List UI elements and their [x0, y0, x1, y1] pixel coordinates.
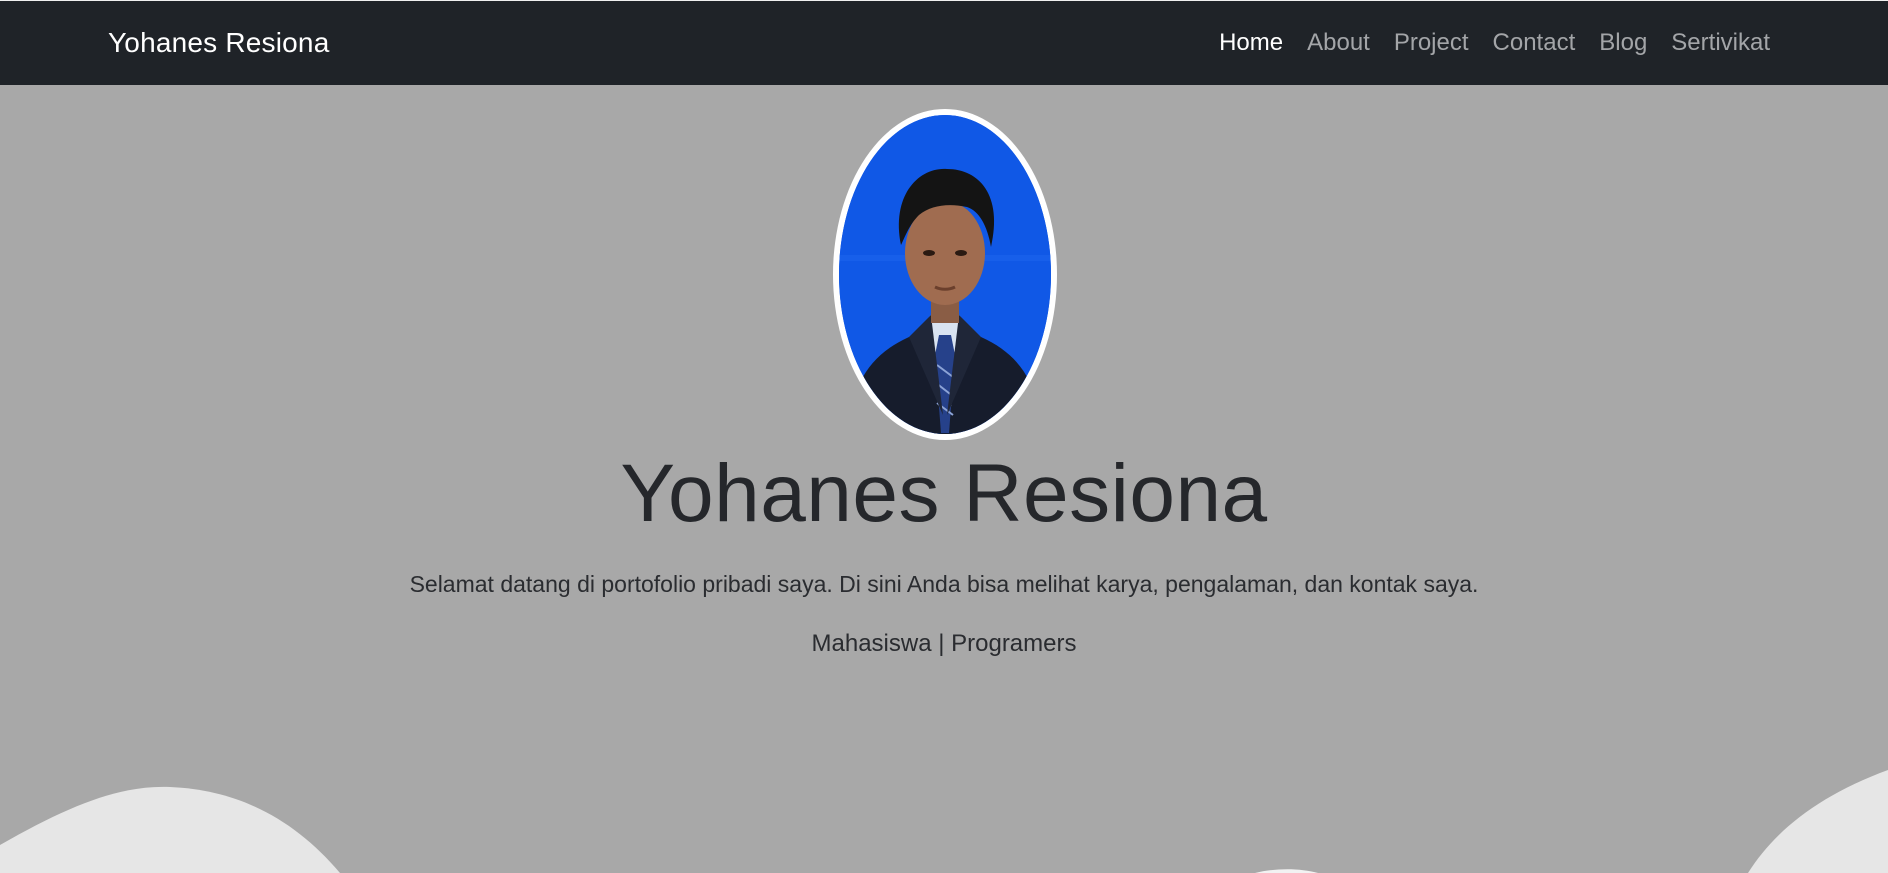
nav-item-project: Project [1394, 29, 1469, 57]
hero-role: Mahasiswa | Programers [811, 630, 1077, 657]
nav-item-about: About [1307, 29, 1370, 57]
hero-description: Selamat datang di portofolio pribadi say… [409, 571, 1479, 597]
nav-link-blog[interactable]: Blog [1599, 29, 1647, 56]
hero-title: Yohanes Resiona [620, 448, 1268, 539]
profile-photo-icon [839, 115, 1051, 434]
nav-link-project[interactable]: Project [1394, 29, 1469, 56]
hero-section: Yohanes Resiona Selamat datang di portof… [0, 85, 1888, 873]
nav-link-contact[interactable]: Contact [1493, 29, 1576, 56]
nav-links: Home About Project Contact Blog Sertivik… [1219, 29, 1770, 57]
nav-link-home[interactable]: Home [1219, 29, 1283, 56]
nav-link-sertivikat[interactable]: Sertivikat [1671, 29, 1770, 56]
nav-item-home: Home [1219, 29, 1283, 57]
profile-photo [833, 109, 1057, 440]
nav-item-sertivikat: Sertivikat [1671, 29, 1770, 57]
nav-link-about[interactable]: About [1307, 29, 1370, 56]
nav-item-contact: Contact [1493, 29, 1576, 57]
navbar: Yohanes Resiona Home About Project Conta… [0, 0, 1888, 85]
nav-item-blog: Blog [1599, 29, 1647, 57]
navbar-brand[interactable]: Yohanes Resiona [108, 27, 329, 59]
